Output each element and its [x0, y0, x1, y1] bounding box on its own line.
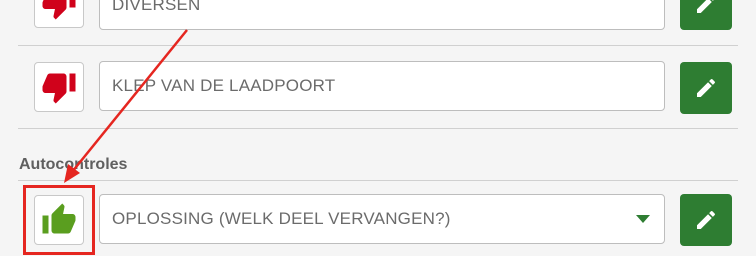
annotation-arrow	[64, 29, 188, 183]
